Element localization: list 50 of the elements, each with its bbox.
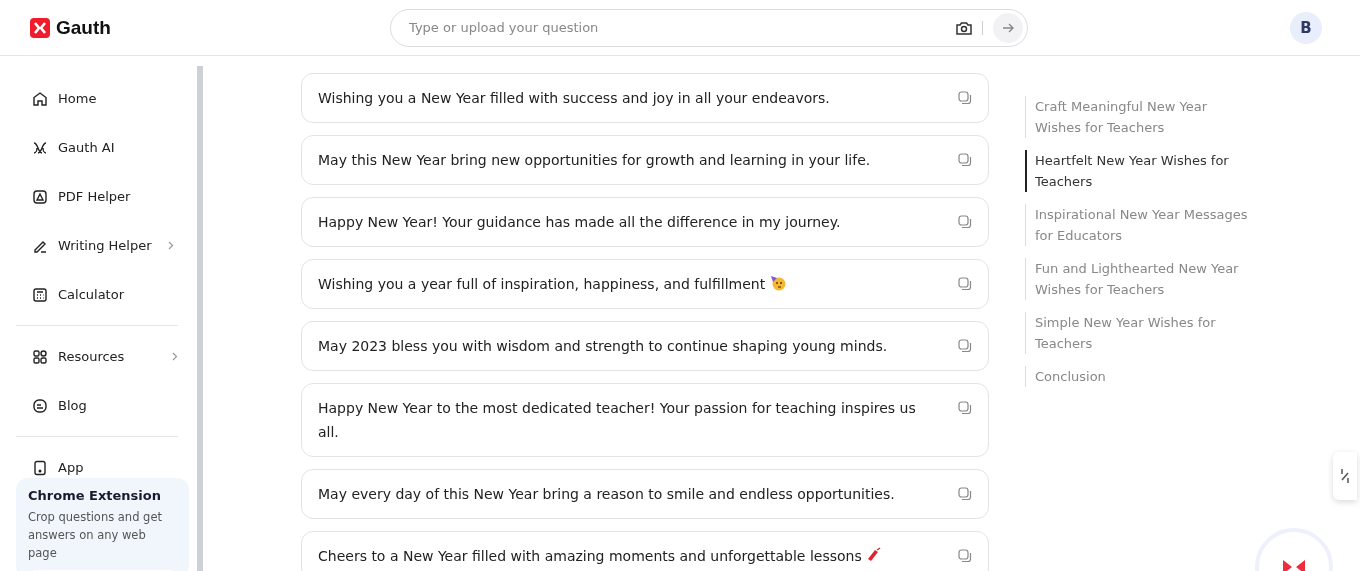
wish-text: Wishing you a New Year filled with success and joy in all your endeavors. xyxy=(318,89,831,108)
copy-icon[interactable] xyxy=(958,153,972,167)
blog-icon xyxy=(32,397,48,414)
copy-icon[interactable] xyxy=(958,549,972,563)
wish-text: May every day of this New Year bring a reason to smile and endless opportunities. xyxy=(318,485,896,504)
nav-item[interactable]: PDF Helper xyxy=(16,172,178,221)
copy-icon[interactable] xyxy=(958,487,972,501)
camera-icon[interactable] xyxy=(956,20,972,35)
document-icon xyxy=(32,188,48,205)
party-face-icon xyxy=(769,275,786,291)
nav-item[interactable]: Home xyxy=(16,74,178,123)
floating-tab[interactable] xyxy=(1333,452,1357,500)
wish-text: May this New Year bring new opportunities for growth and learning in your life. xyxy=(318,151,872,170)
grid-icon xyxy=(32,348,48,365)
wish-text: May 2023 bless you with wisdom and strength to continue shaping young minds. xyxy=(318,337,889,356)
copy-icon[interactable] xyxy=(958,401,972,415)
firecracker-icon xyxy=(866,547,883,563)
promo-title: Chrome Extension xyxy=(28,488,162,503)
user-avatar[interactable]: B xyxy=(1290,11,1322,44)
toc-link[interactable]: Craft Meaningful New Year Wishes for Teachers xyxy=(1025,96,1250,138)
toc-link[interactable]: Inspirational New Year Messages for Educators xyxy=(1025,204,1250,246)
search-field[interactable]: Type or upload your question xyxy=(407,19,946,36)
toc-link[interactable]: Fun and Lighthearted New Year Wishes for Teachers xyxy=(1025,258,1250,300)
copy-icon[interactable] xyxy=(958,91,972,105)
wish-text: Cheers to a New Year filled with amazing moments and unforgettable lessons xyxy=(318,544,938,568)
calculator-icon xyxy=(32,286,48,303)
phone-icon xyxy=(32,459,48,476)
submit-button[interactable] xyxy=(993,12,1023,43)
scrollbar[interactable] xyxy=(197,66,203,571)
arrow-right-icon xyxy=(1002,22,1014,33)
logo-icon xyxy=(1281,560,1307,571)
toc-link[interactable]: Heartfelt New Year Wishes for Teachers xyxy=(1025,150,1250,192)
copy-icon[interactable] xyxy=(958,277,972,291)
toc-link[interactable]: Simple New Year Wishes for Teachers xyxy=(1025,312,1250,354)
logo-text[interactable]: Gauth xyxy=(56,16,111,39)
home-icon xyxy=(32,90,48,107)
promo-text: Crop questions and get answers on any web page xyxy=(28,509,163,562)
ai-icon xyxy=(32,139,48,156)
wish-text: Wishing you a year full of inspiration, happiness, and fulfillment xyxy=(318,272,938,296)
nav-item[interactable]: Writing Helper xyxy=(16,221,178,270)
nav-item[interactable]: Blog xyxy=(16,381,178,430)
nav-item[interactable]: Gauth AI xyxy=(16,123,178,172)
nav-item[interactable]: Calculator xyxy=(16,270,178,319)
logo-icon xyxy=(30,17,50,38)
wish-text: Happy New Year! Your guidance has made all the difference in my journey. xyxy=(318,213,842,232)
copy-icon[interactable] xyxy=(958,215,972,229)
toc-link[interactable]: Conclusion xyxy=(1025,366,1250,387)
copy-icon[interactable] xyxy=(958,339,972,353)
nav-item[interactable]: Resources xyxy=(16,332,178,381)
wish-text: Happy New Year to the most dedicated teacher! Your passion for teaching inspires us all. xyxy=(318,399,917,442)
